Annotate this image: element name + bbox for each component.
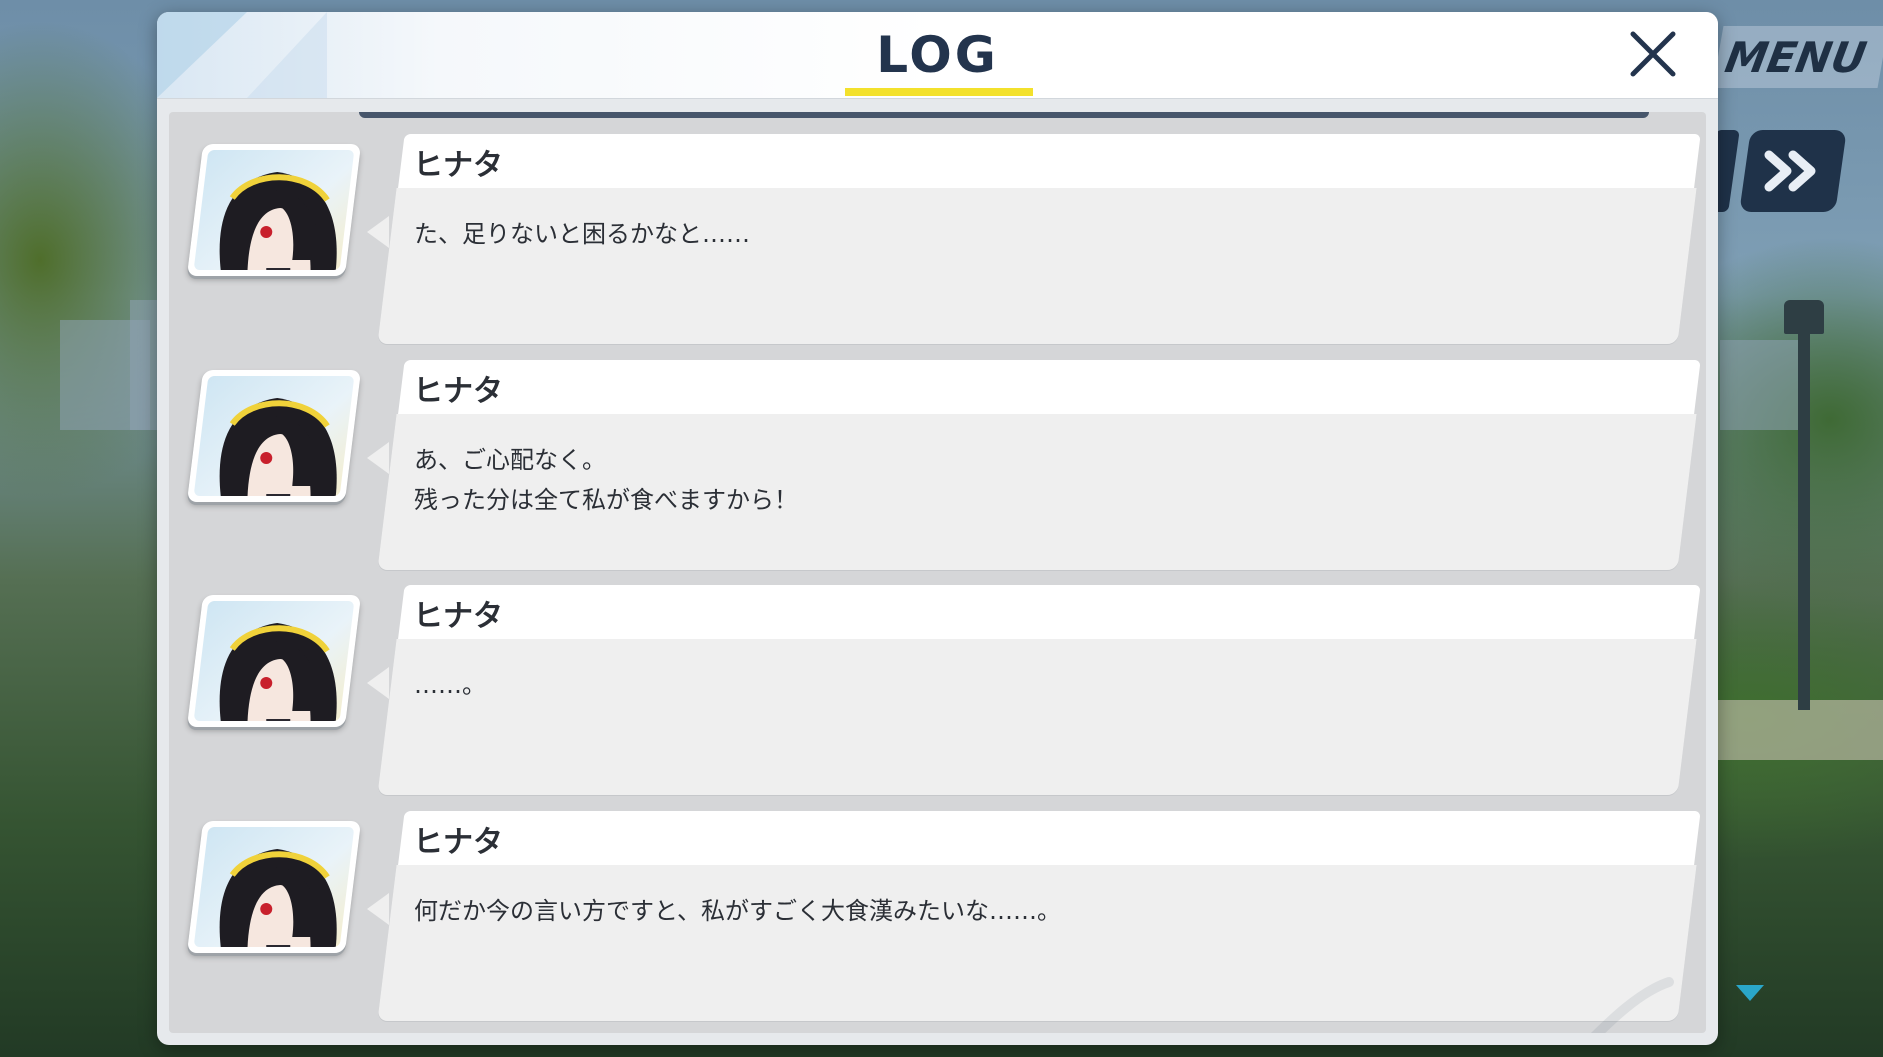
watermark-decoration <box>1590 977 1674 1033</box>
message-bubble <box>377 188 1697 344</box>
scroll-down-icon <box>1736 985 1764 1001</box>
message-text: あ、ご心配なく。 残った分は全て私が食べますから！ <box>414 446 798 514</box>
message-text: ……。 <box>414 671 486 699</box>
log-entry: ヒナタ あ、ご心配なく。 残った分は全て私が食べますから！ <box>169 360 1706 570</box>
log-panel: LOG ヒナタ た、足りないと困るかなと…… ヒナタ あ、ご心配なく。 残った分… <box>157 12 1718 1045</box>
log-entry: ヒナタ た、足りないと困るかなと…… <box>169 134 1706 344</box>
message-text: た、足りないと困るかなと…… <box>414 220 750 248</box>
fast-forward-icon <box>1764 150 1816 192</box>
avatar <box>186 821 362 953</box>
log-list[interactable]: ヒナタ た、足りないと困るかなと…… ヒナタ あ、ご心配なく。 残った分は全て私… <box>169 112 1706 1033</box>
log-entry: ヒナタ ……。 <box>169 585 1706 795</box>
message-bubble <box>377 639 1697 795</box>
speaker-name: ヒナタ <box>413 825 503 860</box>
fast-forward-button[interactable] <box>1739 130 1847 212</box>
avatar <box>186 370 362 502</box>
close-icon <box>1630 31 1676 77</box>
title-underline <box>845 88 1033 96</box>
speaker-name: ヒナタ <box>413 374 503 409</box>
menu-button[interactable]: MENU <box>1712 26 1883 88</box>
close-button[interactable] <box>1625 26 1681 82</box>
log-title: LOG <box>876 26 999 84</box>
log-header: LOG <box>157 12 1718 99</box>
speaker-name: ヒナタ <box>413 599 503 634</box>
message-text: 何だか今の言い方ですと、私がすごく大食漢みたいな……。 <box>414 897 1062 925</box>
avatar <box>186 595 362 727</box>
speaker-name: ヒナタ <box>413 148 503 183</box>
avatar <box>186 144 362 276</box>
